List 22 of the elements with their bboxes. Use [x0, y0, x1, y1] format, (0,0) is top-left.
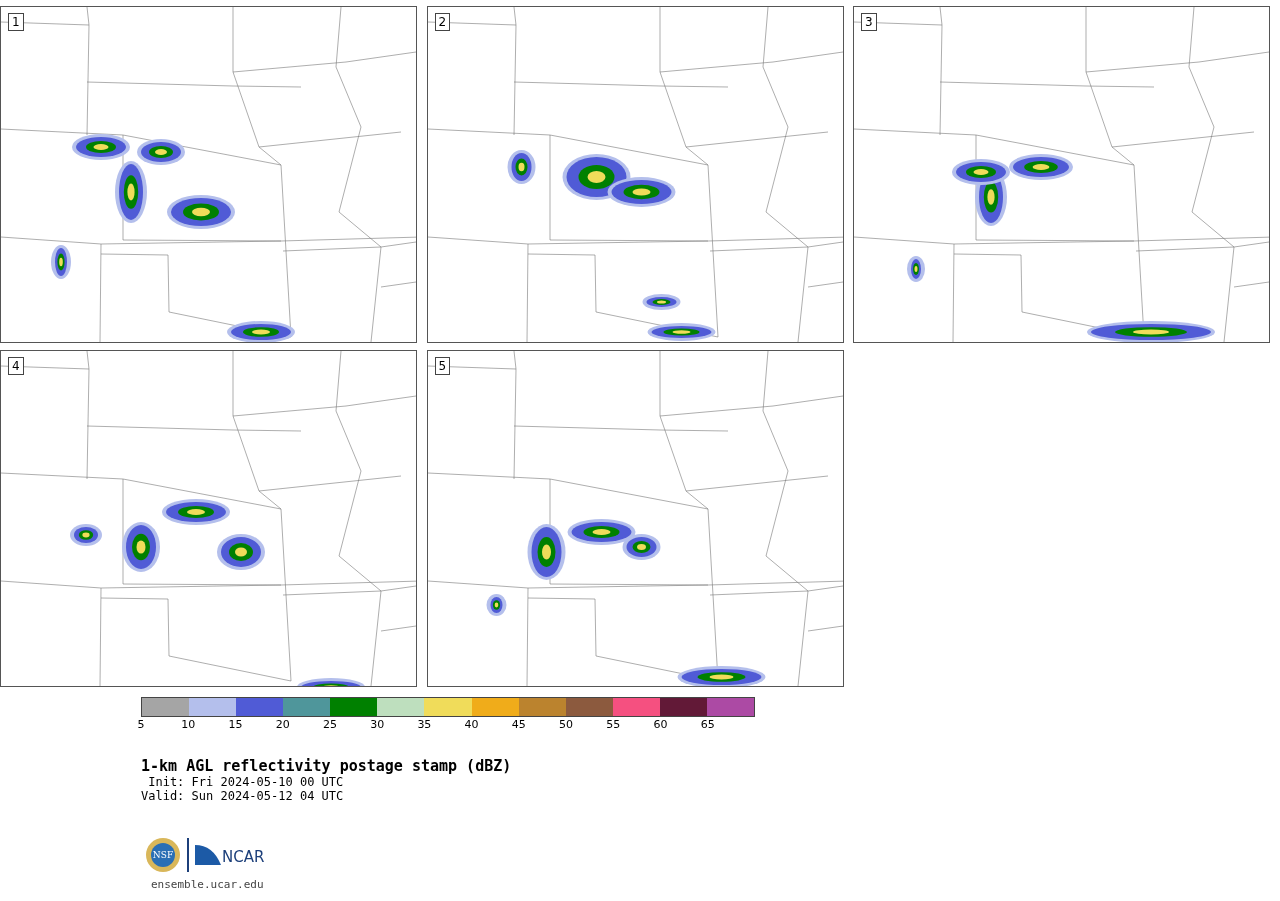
tick-label: 25 [322, 718, 337, 732]
tick-label: 60 [653, 718, 668, 732]
logo-wordmark: NCAR [222, 849, 265, 865]
panel-number: 1 [8, 13, 24, 31]
website-url: ensemble.ucar.edu [151, 877, 265, 893]
tick-label: 50 [559, 718, 574, 732]
tick-label: 5 [137, 718, 145, 732]
panel-number: 3 [861, 13, 877, 31]
init-time: Init: Fri 2024-05-10 00 UTC [147, 775, 345, 789]
tick-label: 40 [464, 718, 479, 732]
chart-title: 1-km AGL reflectivity postage stamp (dBZ) [141, 757, 513, 775]
tick-label: 35 [417, 718, 432, 732]
tick-label: 45 [511, 718, 526, 732]
seal-text: NSF [152, 850, 174, 860]
tick-label: 10 [181, 718, 196, 732]
panel-number: 4 [8, 357, 24, 375]
tick-label: 20 [275, 718, 290, 732]
tick-label: 65 [700, 718, 715, 732]
valid-time: Valid: Sun 2024-05-12 04 UTC [141, 789, 345, 803]
tick-label: 55 [606, 718, 621, 732]
tick-label: 30 [370, 718, 385, 732]
tick-label: 15 [228, 718, 243, 732]
